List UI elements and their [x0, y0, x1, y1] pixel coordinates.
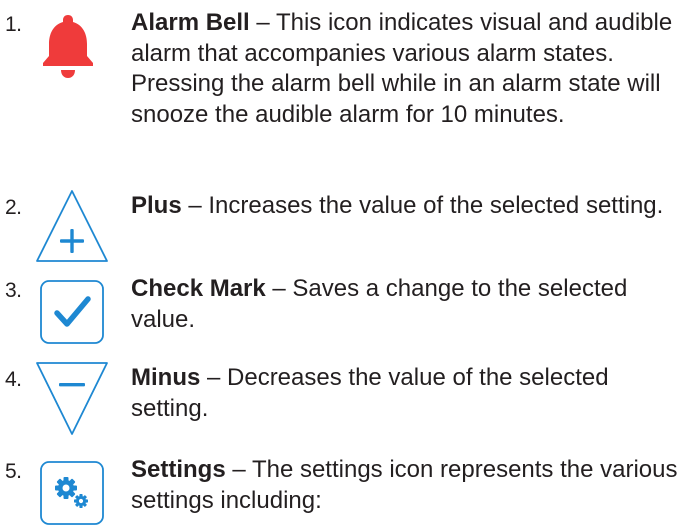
- check-mark-icon: [40, 280, 104, 344]
- item-description: Minus – Decreases the value of the selec…: [131, 363, 691, 424]
- settings-icon: [40, 461, 104, 525]
- item-number: 2.: [5, 196, 22, 219]
- item-description: Plus – Increases the value of the select…: [131, 191, 691, 222]
- item-term: Settings: [131, 456, 226, 483]
- item-term: Minus: [131, 364, 201, 391]
- item-description: Settings – The settings icon represents …: [131, 455, 691, 516]
- minus-icon: [36, 362, 108, 435]
- item-description: Alarm Bell – This icon indicates visual …: [131, 8, 691, 130]
- item-description: Check Mark – Saves a change to the selec…: [131, 274, 691, 335]
- item-term: Alarm Bell: [131, 9, 250, 36]
- item-text: – Decreases the value of the selected se…: [131, 364, 609, 422]
- item-term: Check Mark: [131, 275, 266, 302]
- item-number: 1.: [5, 13, 22, 36]
- item-text: – Increases the value of the selected se…: [181, 192, 664, 219]
- plus-icon: [36, 190, 108, 262]
- item-term: Plus: [131, 192, 182, 219]
- item-number: 3.: [5, 279, 22, 302]
- item-number: 4.: [5, 368, 22, 391]
- item-number: 5.: [5, 460, 22, 483]
- bell-icon: [43, 15, 93, 78]
